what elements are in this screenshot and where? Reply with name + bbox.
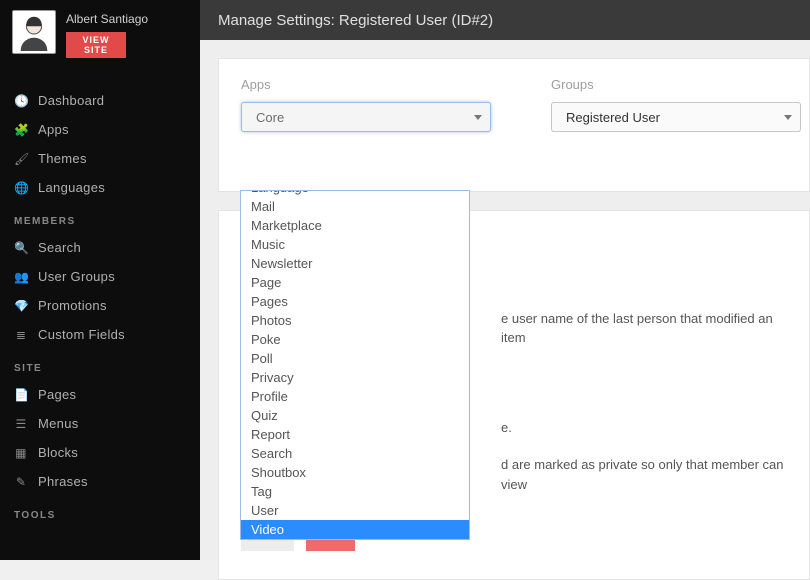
nav-main: 🕓 Dashboard 🧩 Apps 🖌 Themes 🌐 Languages xyxy=(0,86,200,202)
apps-option-newsletter[interactable]: Newsletter xyxy=(241,254,469,273)
blocks-icon: ▦ xyxy=(14,446,28,460)
page-title: Manage Settings: Registered User (ID#2) xyxy=(218,12,493,29)
apps-option-privacy[interactable]: Privacy xyxy=(241,368,469,387)
apps-option-shoutbox[interactable]: Shoutbox xyxy=(241,463,469,482)
themes-icon: 🖌 xyxy=(14,152,28,166)
menus-icon: ☰ xyxy=(14,417,28,431)
setting-desc-1: e user name of the last person that modi… xyxy=(501,309,787,348)
section-site: SITE xyxy=(0,349,200,380)
content-area: Apps Core Groups Registered User ? e use… xyxy=(200,40,810,560)
apps-option-video[interactable]: Video xyxy=(241,520,469,539)
nav-label: Languages xyxy=(38,180,105,195)
nav-label: Blocks xyxy=(38,445,78,460)
nav-members-custom-fields[interactable]: ≣ Custom Fields xyxy=(0,320,200,349)
apps-option-search[interactable]: Search xyxy=(241,444,469,463)
nav-site-blocks[interactable]: ▦ Blocks xyxy=(0,438,200,467)
nav-site-pages[interactable]: 📄 Pages xyxy=(0,380,200,409)
groups-label: Groups xyxy=(551,77,801,92)
apps-option-page[interactable]: Page xyxy=(241,273,469,292)
setting-desc-2b: d are marked as private so only that mem… xyxy=(501,455,787,494)
groups-select[interactable]: Registered User xyxy=(551,102,801,132)
nav-label: Menus xyxy=(38,416,79,431)
nav-label: Phrases xyxy=(38,474,88,489)
apps-option-poke[interactable]: Poke xyxy=(241,330,469,349)
dashboard-icon: 🕓 xyxy=(14,94,28,108)
custom-fields-icon: ≣ xyxy=(14,328,28,342)
languages-icon: 🌐 xyxy=(14,181,28,195)
apps-option-music[interactable]: Music xyxy=(241,235,469,254)
apps-icon: 🧩 xyxy=(14,123,28,137)
groups-select-value: Registered User xyxy=(566,110,660,125)
nav-site-phrases[interactable]: ✎ Phrases xyxy=(0,467,200,496)
phrases-icon: ✎ xyxy=(14,475,28,489)
chevron-down-icon xyxy=(784,115,792,120)
nav-site: 📄 Pages ☰ Menus ▦ Blocks ✎ Phrases xyxy=(0,380,200,496)
nav-label: Promotions xyxy=(38,298,107,313)
user-groups-icon: 👥 xyxy=(14,270,28,284)
apps-option-pages[interactable]: Pages xyxy=(241,292,469,311)
nav-members: 🔍 Search 👥 User Groups 💎 Promotions ≣ Custom Fi… xyxy=(0,233,200,349)
nav-site-menus[interactable]: ☰ Menus xyxy=(0,409,200,438)
apps-option-tag[interactable]: Tag xyxy=(241,482,469,501)
section-tools: TOOLS xyxy=(0,496,200,527)
apps-option-profile[interactable]: Profile xyxy=(241,387,469,406)
apps-option-poll[interactable]: Poll xyxy=(241,349,469,368)
nav-members-search[interactable]: 🔍 Search xyxy=(0,233,200,262)
avatar[interactable] xyxy=(12,10,56,54)
apps-option-mail[interactable]: Mail xyxy=(241,197,469,216)
apps-option-marketplace[interactable]: Marketplace xyxy=(241,216,469,235)
apps-dropdown[interactable]: InviteLanguageMailMarketplaceMusicNewsle… xyxy=(240,190,470,540)
search-icon: 🔍 xyxy=(14,241,28,255)
apps-option-report[interactable]: Report xyxy=(241,425,469,444)
nav-label: Themes xyxy=(38,151,87,166)
apps-option-photos[interactable]: Photos xyxy=(241,311,469,330)
filter-card: Apps Core Groups Registered User xyxy=(218,58,810,192)
profile-block: Albert Santiago VIEW SITE xyxy=(0,0,200,68)
nav-label: Pages xyxy=(38,387,76,402)
nav-main-dashboard[interactable]: 🕓 Dashboard xyxy=(0,86,200,115)
apps-label: Apps xyxy=(241,77,491,92)
nav-label: Search xyxy=(38,240,81,255)
nav-main-languages[interactable]: 🌐 Languages xyxy=(0,173,200,202)
setting-desc-2a: e. xyxy=(501,418,787,438)
apps-option-quiz[interactable]: Quiz xyxy=(241,406,469,425)
nav-label: User Groups xyxy=(38,269,115,284)
apps-select-value: Core xyxy=(256,110,284,125)
nav-label: Apps xyxy=(38,122,69,137)
promotions-icon: 💎 xyxy=(14,299,28,313)
nav-main-themes[interactable]: 🖌 Themes xyxy=(0,144,200,173)
view-site-button[interactable]: VIEW SITE xyxy=(66,32,126,58)
nav-members-promotions[interactable]: 💎 Promotions xyxy=(0,291,200,320)
pages-icon: 📄 xyxy=(14,388,28,402)
sidebar: Albert Santiago VIEW SITE 🕓 Dashboard 🧩 App… xyxy=(0,0,200,560)
nav-label: Dashboard xyxy=(38,93,104,108)
page-title-bar: Manage Settings: Registered User (ID#2) xyxy=(200,0,810,40)
apps-select[interactable]: Core xyxy=(241,102,491,132)
apps-option-user[interactable]: User xyxy=(241,501,469,520)
user-name: Albert Santiago xyxy=(66,12,148,26)
nav-label: Custom Fields xyxy=(38,327,125,342)
section-members: MEMBERS xyxy=(0,202,200,233)
nav-members-user-groups[interactable]: 👥 User Groups xyxy=(0,262,200,291)
chevron-down-icon xyxy=(474,115,482,120)
nav-main-apps[interactable]: 🧩 Apps xyxy=(0,115,200,144)
